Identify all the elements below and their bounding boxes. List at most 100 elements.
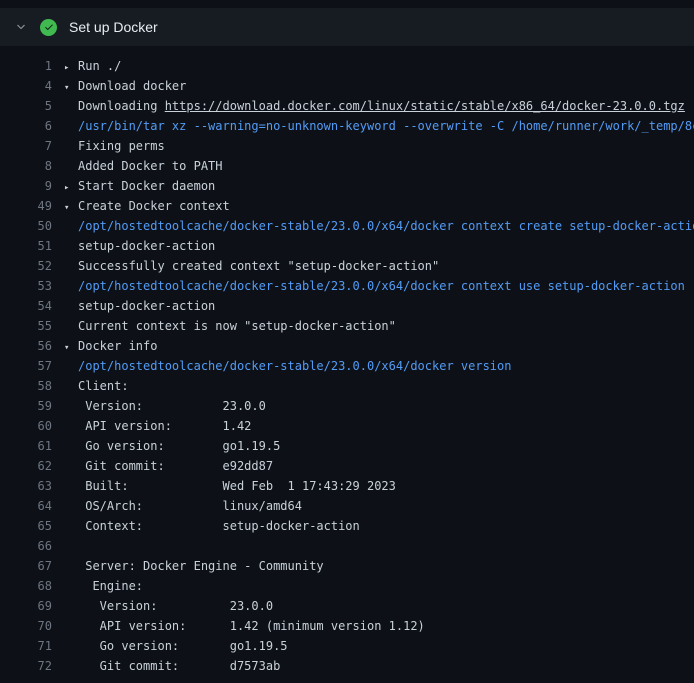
log-text: API version: 1.42 (64, 416, 251, 436)
log-line: 71 Go version: go1.19.5 (0, 636, 694, 656)
group-title: Run ./ (78, 59, 121, 73)
log-line[interactable]: 9 ▸Start Docker daemon (0, 176, 694, 196)
log-line: 64 OS/Arch: linux/amd64 (0, 496, 694, 516)
log-line: 68 Engine: (0, 576, 694, 596)
log-text: Successfully created context "setup-dock… (64, 256, 439, 276)
line-number[interactable]: 69 (0, 596, 52, 616)
group-title: Start Docker daemon (78, 179, 215, 193)
line-number[interactable]: 1 (0, 56, 52, 76)
log-line: 72 Git commit: d7573ab (0, 656, 694, 676)
line-number[interactable]: 53 (0, 276, 52, 296)
log-text: Context: setup-docker-action (64, 516, 360, 536)
line-number[interactable]: 52 (0, 256, 52, 276)
line-number[interactable]: 49 (0, 196, 52, 216)
log-lines: 1▸Run ./4▾Download docker5Downloading ht… (0, 46, 694, 676)
line-number[interactable]: 66 (0, 536, 52, 556)
log-line[interactable]: 49 ▾Create Docker context (0, 196, 694, 216)
line-number[interactable]: 56 (0, 336, 52, 356)
log-line: 65 Context: setup-docker-action (0, 516, 694, 536)
log-line: 52 Successfully created context "setup-do… (0, 256, 694, 276)
line-number[interactable]: 65 (0, 516, 52, 536)
group-title: Docker info (78, 339, 157, 353)
line-number[interactable]: 7 (0, 136, 52, 156)
log-command-text: /opt/hostedtoolcache/docker-stable/23.0.… (64, 276, 685, 296)
line-number[interactable]: 67 (0, 556, 52, 576)
log-text-prefix: Downloading (78, 99, 165, 113)
log-line: 62 Git commit: e92dd87 (0, 456, 694, 476)
log-line: 8 Added Docker to PATH (0, 156, 694, 176)
log-text: Go version: go1.19.5 (64, 436, 280, 456)
log-group-header[interactable]: ▾Create Docker context (64, 196, 230, 216)
log-line[interactable]: 4 ▾Download docker (0, 76, 694, 96)
log-text: Current context is now "setup-docker-act… (64, 316, 396, 336)
line-number[interactable]: 64 (0, 496, 52, 516)
log-line: 61 Go version: go1.19.5 (0, 436, 694, 456)
log-text: Go version: go1.19.5 (64, 636, 288, 656)
log-line[interactable]: 56 ▾Docker info (0, 336, 694, 356)
chevron-down-icon[interactable] (14, 20, 28, 34)
group-title: Download docker (78, 79, 186, 93)
log-text: Engine: (64, 576, 143, 596)
group-title: Create Docker context (78, 199, 230, 213)
log-line: 70 API version: 1.42 (minimum version 1.… (0, 616, 694, 636)
step-header[interactable]: Set up Docker (0, 8, 694, 46)
line-number[interactable]: 5 (0, 96, 52, 116)
chevron-collapsed-icon[interactable]: ▸ (64, 58, 78, 76)
line-number[interactable]: 70 (0, 616, 52, 636)
line-number[interactable]: 63 (0, 476, 52, 496)
log-line: 58 Client: (0, 376, 694, 396)
log-text: Version: 23.0.0 (64, 396, 266, 416)
chevron-expanded-icon[interactable]: ▾ (64, 198, 78, 216)
log-line: 63 Built: Wed Feb 1 17:43:29 2023 (0, 476, 694, 496)
log-line: 66 (0, 536, 694, 556)
log-line: 54 setup-docker-action (0, 296, 694, 316)
line-number[interactable]: 68 (0, 576, 52, 596)
line-number[interactable]: 60 (0, 416, 52, 436)
log-line: 59 Version: 23.0.0 (0, 396, 694, 416)
line-number[interactable]: 61 (0, 436, 52, 456)
log-line: 67 Server: Docker Engine - Community (0, 556, 694, 576)
chevron-expanded-icon[interactable]: ▾ (64, 78, 78, 96)
line-number[interactable]: 58 (0, 376, 52, 396)
line-number[interactable]: 51 (0, 236, 52, 256)
chevron-expanded-icon[interactable]: ▾ (64, 338, 78, 356)
log-text: Fixing perms (64, 136, 165, 156)
line-number[interactable]: 62 (0, 456, 52, 476)
step-title: Set up Docker (69, 19, 158, 35)
log-text: Client: (64, 376, 129, 396)
line-number[interactable]: 54 (0, 296, 52, 316)
line-number[interactable]: 55 (0, 316, 52, 336)
line-number[interactable]: 72 (0, 656, 52, 676)
line-number[interactable]: 8 (0, 156, 52, 176)
log-text (64, 536, 78, 556)
log-line: 55 Current context is now "setup-docker-a… (0, 316, 694, 336)
line-number[interactable]: 50 (0, 216, 52, 236)
log-group-header[interactable]: ▾Docker info (64, 336, 157, 356)
log-command-text: /usr/bin/tar xz --warning=no-unknown-key… (64, 116, 694, 136)
log-text: setup-docker-action (64, 236, 215, 256)
log-group-header[interactable]: ▸Start Docker daemon (64, 176, 215, 196)
log-line: 50/opt/hostedtoolcache/docker-stable/23.… (0, 216, 694, 236)
log-text: Added Docker to PATH (64, 156, 223, 176)
log-text: Git commit: e92dd87 (64, 456, 273, 476)
log-line: 51 setup-docker-action (0, 236, 694, 256)
log-group-header[interactable]: ▸Run ./ (64, 56, 121, 76)
line-number[interactable]: 59 (0, 396, 52, 416)
line-number[interactable]: 57 (0, 356, 52, 376)
line-number[interactable]: 9 (0, 176, 52, 196)
log-text: setup-docker-action (64, 296, 215, 316)
chevron-collapsed-icon[interactable]: ▸ (64, 178, 78, 196)
log-text: Downloading https://download.docker.com/… (64, 96, 685, 116)
log-line: 57/opt/hostedtoolcache/docker-stable/23.… (0, 356, 694, 376)
line-number[interactable]: 6 (0, 116, 52, 136)
log-group-header[interactable]: ▾Download docker (64, 76, 186, 96)
log-text: Built: Wed Feb 1 17:43:29 2023 (64, 476, 396, 496)
line-number[interactable]: 71 (0, 636, 52, 656)
log-text: API version: 1.42 (minimum version 1.12) (64, 616, 425, 636)
log-line[interactable]: 1 ▸Run ./ (0, 56, 694, 76)
log-line: 60 API version: 1.42 (0, 416, 694, 436)
line-number[interactable]: 4 (0, 76, 52, 96)
check-circle-icon (40, 19, 57, 36)
log-line: 6/usr/bin/tar xz --warning=no-unknown-ke… (0, 116, 694, 136)
download-url-link[interactable]: https://download.docker.com/linux/static… (165, 99, 685, 113)
